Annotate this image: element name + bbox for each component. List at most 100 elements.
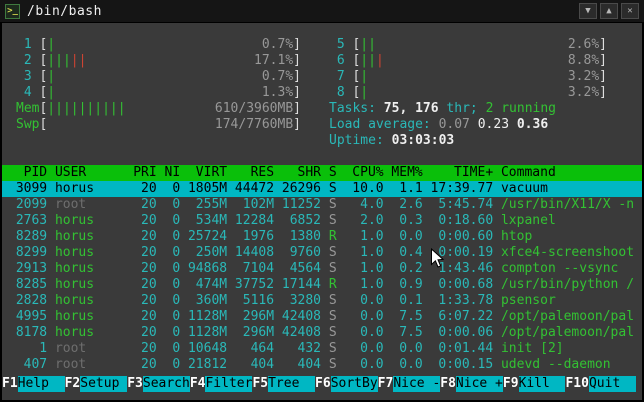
process-row[interactable]: 8299 horus 20 0 250M 14408 9760 S 1.0 0.4 0:00.19 x… (2, 245, 642, 261)
fkey-f10[interactable]: F10 Quit (565, 376, 636, 392)
cell-s: S (328, 261, 337, 276)
uptime-line: Uptime: 03:03:03 (329, 133, 455, 148)
shade-button[interactable]: ▼ (579, 3, 597, 19)
load-average-line: Load average: 0.07 0.23 0.36 (329, 117, 549, 132)
process-row[interactable]: 4995 horus 20 0 1128M 296M 42408 S 0.0 7.5 6:07.22… (2, 309, 642, 325)
htop-screen: 1[| 0.7%] 2[||||| 17.1%] 3[| 0.7%] 4[| 1.3%] Mem… (2, 23, 642, 400)
cell-user: horus (54, 277, 95, 292)
cell-time: 0:00.19 (438, 245, 494, 260)
cell-time: 0:00.15 (438, 357, 494, 372)
cell-cpu: 4.0 (360, 197, 384, 212)
cell-cpu: 0.0 (360, 309, 384, 324)
meter-label: 1 (23, 37, 32, 52)
col-header-pid[interactable]: PID (8, 165, 47, 181)
swp-meter: Swp[174/7760MB] (16, 117, 301, 133)
fkey-f7[interactable]: F7 Nice - (378, 376, 441, 392)
fkey-f3[interactable]: F3 Search (127, 376, 190, 392)
col-header-res[interactable]: RES (227, 165, 274, 181)
process-row[interactable]: 3099 horus 20 0 1805M 44472 26296 S 10.0 1.1 17:39… (2, 181, 642, 197)
cell-pid: 4995 (15, 309, 48, 324)
cell-shr: 1380 (289, 229, 322, 244)
col-header-pri[interactable]: PRI (125, 165, 156, 181)
meter-bars: ||| (360, 53, 384, 68)
fkey-f2[interactable]: F2 Setup (65, 376, 128, 392)
fkey-f9[interactable]: F9 Kill (503, 376, 566, 392)
cell-shr: 3280 (289, 293, 322, 308)
process-row[interactable]: 8285 horus 20 0 474M 37752 17144 R 1.0 0.9 0:00.68… (2, 277, 642, 293)
meter-value: 610/3960MB (214, 101, 294, 116)
cell-pid: 8285 (15, 277, 48, 292)
cell-pid: 2828 (15, 293, 48, 308)
cell-s: S (328, 245, 337, 260)
cell-virt: 10648 (187, 341, 228, 356)
fkey-f6[interactable]: F6 SortBy (315, 376, 378, 392)
cell-pri: 20 (141, 245, 157, 260)
meter-open-bracket: [ (352, 69, 361, 84)
cell-user: horus (54, 245, 95, 260)
process-row[interactable]: 2828 horus 20 0 360M 5116 3280 S 0.0 0.1 1:33.78 ps… (2, 293, 642, 309)
meter-open-bracket: [ (352, 85, 361, 100)
meter-open-bracket: [ (39, 69, 48, 84)
fkey-action-label: Filter (205, 376, 253, 392)
process-row[interactable]: 2913 horus 20 0 94868 7104 4564 S 1.0 0.2 1:43.46 c… (2, 261, 642, 277)
meter-close-bracket: ] (599, 53, 607, 68)
cell-shr: 17144 (281, 277, 322, 292)
fkey-f4[interactable]: F4 Filter (190, 376, 253, 392)
meter-open-bracket: [ (39, 85, 48, 100)
cell-cpu: 1.0 (360, 261, 384, 276)
cell-res: 296M (242, 325, 275, 340)
cell-s: S (328, 197, 337, 212)
cell-user: horus (54, 181, 95, 196)
meter-bars: | (360, 85, 369, 100)
cell-res: 14408 (234, 245, 275, 260)
cpu8-meter: 8 [| 3.2%] (329, 85, 607, 101)
col-header-cpu[interactable]: CPU% (337, 165, 383, 181)
cell-mem: 1.1 (399, 181, 423, 196)
cell-res: 102M (242, 197, 275, 212)
meter-label: 6 (336, 53, 345, 68)
col-header-user[interactable]: USER (47, 165, 125, 181)
cell-shr: 4564 (289, 261, 322, 276)
process-row[interactable]: 8178 horus 20 0 1128M 296M 42408 S 0.0 7.5 0:00.06… (2, 325, 642, 341)
tasks-line: Tasks: 75, 176 thr; 2 running (329, 101, 557, 116)
cell-cpu: 1.0 (360, 245, 384, 260)
process-row[interactable]: 2763 horus 20 0 534M 12284 6852 S 2.0 0.3 0:18.60 l… (2, 213, 642, 229)
cell-pid: 2913 (15, 261, 48, 276)
cell-res: 296M (242, 309, 275, 324)
cell-user: horus (54, 229, 95, 244)
cell-s: S (328, 181, 337, 196)
close-button[interactable]: ✕ (621, 3, 639, 19)
col-header-mem[interactable]: MEM% (384, 165, 422, 181)
meter-value: 0.7% (261, 37, 294, 52)
meter-label: 2 (23, 53, 32, 68)
fkey-f1[interactable]: F1 Help (2, 376, 65, 392)
cpu3-meter: 3 [| 0.7%] (16, 69, 301, 85)
maximize-button[interactable]: ▲ (600, 3, 618, 19)
col-header-virt[interactable]: VIRT (180, 165, 227, 181)
cell-pid: 2763 (15, 213, 48, 228)
cell-res: 5116 (242, 293, 275, 308)
col-header-time[interactable]: TIME+ (423, 165, 493, 181)
cell-cpu: 1.0 (360, 229, 384, 244)
cell-ni: 0 (172, 181, 181, 196)
process-row[interactable]: 407 root 20 0 21812 404 404 S 0.0 0.0 0:00.15 udevd… (2, 357, 642, 373)
cell-shr: 404 (297, 357, 322, 372)
window-titlebar[interactable]: >_ /bin/bash ▼ ▲ ✕ (0, 0, 644, 22)
cell-cmd: init [2] (500, 341, 564, 356)
meter-open-bracket: [ (352, 53, 361, 68)
col-header-ni[interactable]: NI (157, 165, 181, 181)
cell-cpu: 10.0 (352, 181, 384, 196)
fkey-f5[interactable]: F5 Tree (252, 376, 316, 392)
cpu5-meter: 5 [|| 2.6%] (329, 37, 607, 53)
cell-virt: 1128M (187, 309, 228, 324)
col-header-shr[interactable]: SHR (274, 165, 321, 181)
cpu1-meter: 1 [| 0.7%] (16, 37, 301, 53)
cell-mem: 0.0 (399, 341, 423, 356)
fkey-f8[interactable]: F8 Nice + (440, 376, 503, 392)
col-header-s[interactable]: S (321, 165, 337, 181)
process-row[interactable]: 8289 horus 20 0 25724 1976 1380 R 1.0 0.0 0:00.60 h… (2, 229, 642, 245)
process-row[interactable]: 1 root 20 0 10648 464 432 S 0.0 0.0 0:01.44 init [2… (2, 341, 642, 357)
col-header-cmd[interactable]: Command (493, 165, 642, 181)
cell-user: root (54, 357, 87, 372)
process-row[interactable]: 2099 root 20 0 255M 102M 11252 S 4.0 2.6 5:45.74/u… (2, 197, 642, 213)
